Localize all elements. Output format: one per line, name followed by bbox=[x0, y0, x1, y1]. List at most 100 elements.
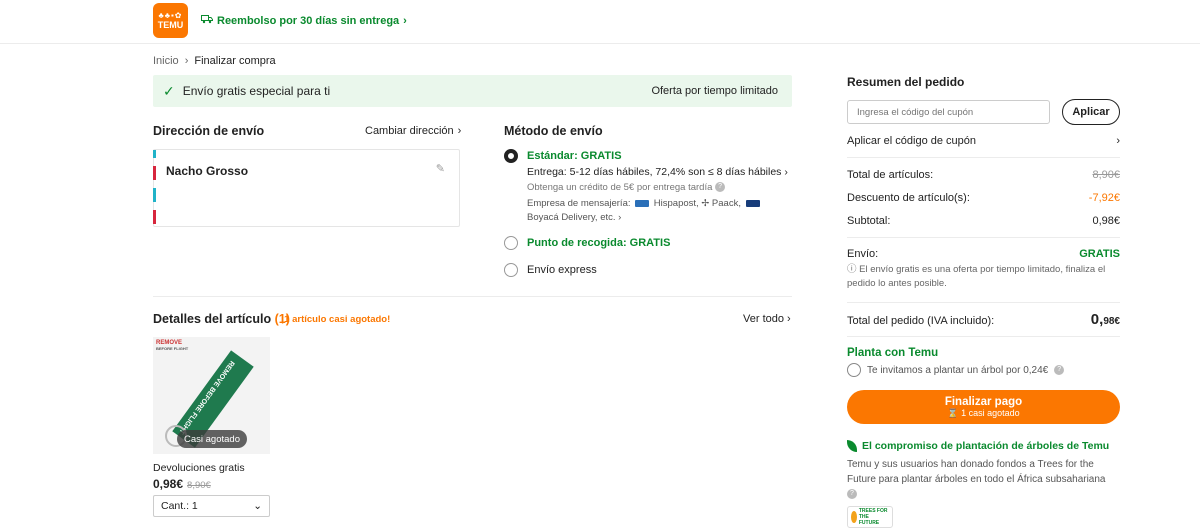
edit-icon[interactable]: ✎ bbox=[436, 162, 445, 175]
summary-divider bbox=[847, 336, 1120, 337]
stock-badge: Casi agotado bbox=[177, 430, 247, 448]
item-details-title: Detalles del artículo (1) bbox=[153, 312, 290, 326]
address-title: Dirección de envío bbox=[153, 124, 265, 138]
section-divider bbox=[153, 296, 792, 297]
trees-for-the-future-logo[interactable]: TREES FOR THE FUTURE bbox=[847, 506, 893, 528]
ttf-text: TREES FOR THE FUTURE bbox=[858, 508, 888, 526]
info-icon[interactable]: ? bbox=[847, 489, 857, 500]
see-all-label: Ver todo bbox=[743, 313, 784, 325]
breadcrumb: Inicio › Finalizar compra bbox=[153, 55, 276, 67]
express-label: Envío express bbox=[527, 264, 597, 276]
breadcrumb-current: Finalizar compra bbox=[194, 55, 276, 67]
carriers-prefix: Empresa de mensajería: bbox=[527, 198, 631, 209]
see-all-link[interactable]: Ver todo › bbox=[743, 313, 791, 325]
carrier-hispapost: Hispapost, bbox=[653, 198, 699, 209]
pickup-radio[interactable] bbox=[504, 236, 518, 250]
breadcrumb-home[interactable]: Inicio bbox=[153, 55, 179, 67]
temu-logo[interactable]: ♣♣▪✿ TEMU bbox=[153, 3, 188, 38]
info-icon[interactable]: ? bbox=[1054, 365, 1065, 375]
truck-icon bbox=[201, 14, 213, 27]
breadcrumb-separator: › bbox=[184, 55, 189, 67]
product-price: 0,98€ 8,90€ bbox=[153, 477, 211, 491]
summary-divider bbox=[847, 157, 1120, 158]
shipping-method-title: Método de envío bbox=[504, 124, 603, 138]
product-brand: REMOVE BEFORE FLIGHT bbox=[156, 340, 188, 352]
logo-mark: ♣♣▪✿ bbox=[158, 11, 183, 20]
total-items-row: Total de artículos: 8,90€ bbox=[847, 169, 1120, 181]
delivery-text: Entrega: 5-12 días hábiles, 72,4% son ≤ … bbox=[527, 166, 782, 178]
promo-limited: Oferta por tiempo limitado bbox=[651, 85, 778, 97]
free-returns: Devoluciones gratis bbox=[153, 462, 245, 474]
chevron-right-icon: › bbox=[403, 14, 407, 27]
shipping-row: Envío: GRATIS bbox=[847, 248, 1120, 260]
shipping-value: GRATIS bbox=[1079, 248, 1120, 260]
chevron-right-icon: › bbox=[1116, 135, 1120, 147]
commitment-title: El compromiso de plantación de árboles d… bbox=[847, 440, 1109, 452]
check-icon: ✓ bbox=[163, 82, 175, 99]
chevron-right-icon: › bbox=[784, 166, 788, 178]
refund-text: Reembolso por 30 días sin entrega bbox=[217, 14, 400, 27]
plant-invite: Te invitamos a plantar un árbol por 0,24… bbox=[867, 364, 1049, 376]
discount-row: Descuento de artículo(s): -7,92€ bbox=[847, 192, 1120, 204]
checkout-button[interactable]: Finalizar pago ⌛ 1 casi agotado bbox=[847, 390, 1120, 424]
sun-icon bbox=[851, 511, 857, 523]
carrier-logo-icon bbox=[635, 199, 650, 207]
stripe-decoration bbox=[153, 150, 156, 158]
info-icon[interactable]: ? bbox=[715, 182, 726, 193]
apply-coupon-button[interactable]: Aplicar bbox=[1062, 99, 1120, 125]
summary-title: Resumen del pedido bbox=[847, 75, 965, 89]
logo-text: TEMU bbox=[157, 20, 184, 30]
checkout-sublabel: ⌛ 1 casi agotado bbox=[947, 407, 1020, 418]
summary-divider bbox=[847, 302, 1120, 303]
subtotal-value: 0,98€ bbox=[1092, 215, 1120, 227]
quantity-select[interactable]: Cant.: 1 ⌄ bbox=[153, 495, 270, 517]
total-items-value: 8,90€ bbox=[1092, 169, 1120, 181]
item-details-label: Detalles del artículo bbox=[153, 312, 272, 326]
order-total-value: 0,98€ bbox=[1091, 311, 1120, 328]
carrier-boyaca: Boyacá Delivery, etc. bbox=[527, 212, 616, 223]
paack-logo-icon: ✢ bbox=[701, 198, 710, 209]
recipient-name: Nacho Grosso bbox=[166, 164, 249, 178]
price-original: 8,90€ bbox=[187, 480, 211, 491]
price-current: 0,98€ bbox=[153, 477, 184, 491]
subtotal-row: Subtotal: 0,98€ bbox=[847, 215, 1120, 227]
commitment-title-text: El compromiso de plantación de árboles d… bbox=[862, 440, 1110, 452]
shipping-note: ⓘ El envío gratis es una oferta por tiem… bbox=[847, 264, 1106, 289]
address-card[interactable]: Nacho Grosso ✎ bbox=[153, 149, 460, 227]
order-total-int: 0, bbox=[1090, 311, 1104, 328]
express-radio[interactable] bbox=[504, 263, 518, 277]
chevron-right-icon: › bbox=[457, 125, 462, 137]
shipping-label: Envío: bbox=[847, 248, 879, 260]
delivery-estimate[interactable]: Entrega: 5-12 días hábiles, 72,4% son ≤ … bbox=[527, 166, 788, 178]
plant-option[interactable]: Te invitamos a plantar un árbol por 0,24… bbox=[847, 363, 1065, 377]
standard-radio[interactable] bbox=[504, 149, 518, 163]
commitment-text: Temu y sus usuarios han donado fondos a … bbox=[847, 457, 1122, 502]
stripe-decoration bbox=[153, 210, 156, 224]
refund-banner[interactable]: Reembolso por 30 días sin entrega › bbox=[201, 14, 407, 27]
discount-value: -7,92€ bbox=[1088, 192, 1120, 204]
carrier-paack: Paack, bbox=[711, 198, 741, 209]
plant-title: Planta con Temu bbox=[847, 347, 939, 359]
promo-text: Envío gratis especial para ti bbox=[182, 84, 331, 98]
pickup-label: Punto de recogida: GRATIS bbox=[527, 237, 671, 249]
total-items-label: Total de artículos: bbox=[847, 169, 934, 181]
leaf-icon bbox=[847, 440, 857, 452]
order-total-row: Total del pedido (IVA incluido): 0,98€ bbox=[847, 311, 1120, 328]
low-stock-warning: ¡1 artículo casi agotado! bbox=[281, 314, 391, 325]
commitment-body: Temu y sus usuarios han donado fondos a … bbox=[847, 459, 1106, 485]
product-brand-sub: BEFORE FLIGHT bbox=[156, 346, 189, 351]
standard-label: Estándar: GRATIS bbox=[527, 150, 622, 162]
late-credit-text: Obtenga un crédito de 5€ por entrega tar… bbox=[527, 182, 713, 193]
product-image[interactable]: REMOVE BEFORE FLIGHT REMOVE BEFORE FLIGH… bbox=[153, 337, 270, 454]
carrier-logo-icon bbox=[745, 199, 760, 207]
quantity-label: Cant.: 1 bbox=[161, 500, 198, 512]
carriers-list[interactable]: Empresa de mensajería: Hispapost, ✢ Paac… bbox=[527, 197, 777, 225]
chevron-down-icon: ⌄ bbox=[253, 500, 262, 512]
apply-coupon-link[interactable]: Aplicar el código de cupón › bbox=[847, 135, 1120, 147]
coupon-input[interactable] bbox=[847, 100, 1050, 124]
checkout-label: Finalizar pago bbox=[944, 395, 1023, 408]
chevron-right-icon: › bbox=[618, 212, 622, 223]
change-address-link[interactable]: Cambiar dirección › bbox=[365, 125, 461, 137]
late-credit-note: Obtenga un crédito de 5€ por entrega tar… bbox=[527, 182, 726, 193]
plant-checkbox[interactable] bbox=[847, 363, 861, 377]
